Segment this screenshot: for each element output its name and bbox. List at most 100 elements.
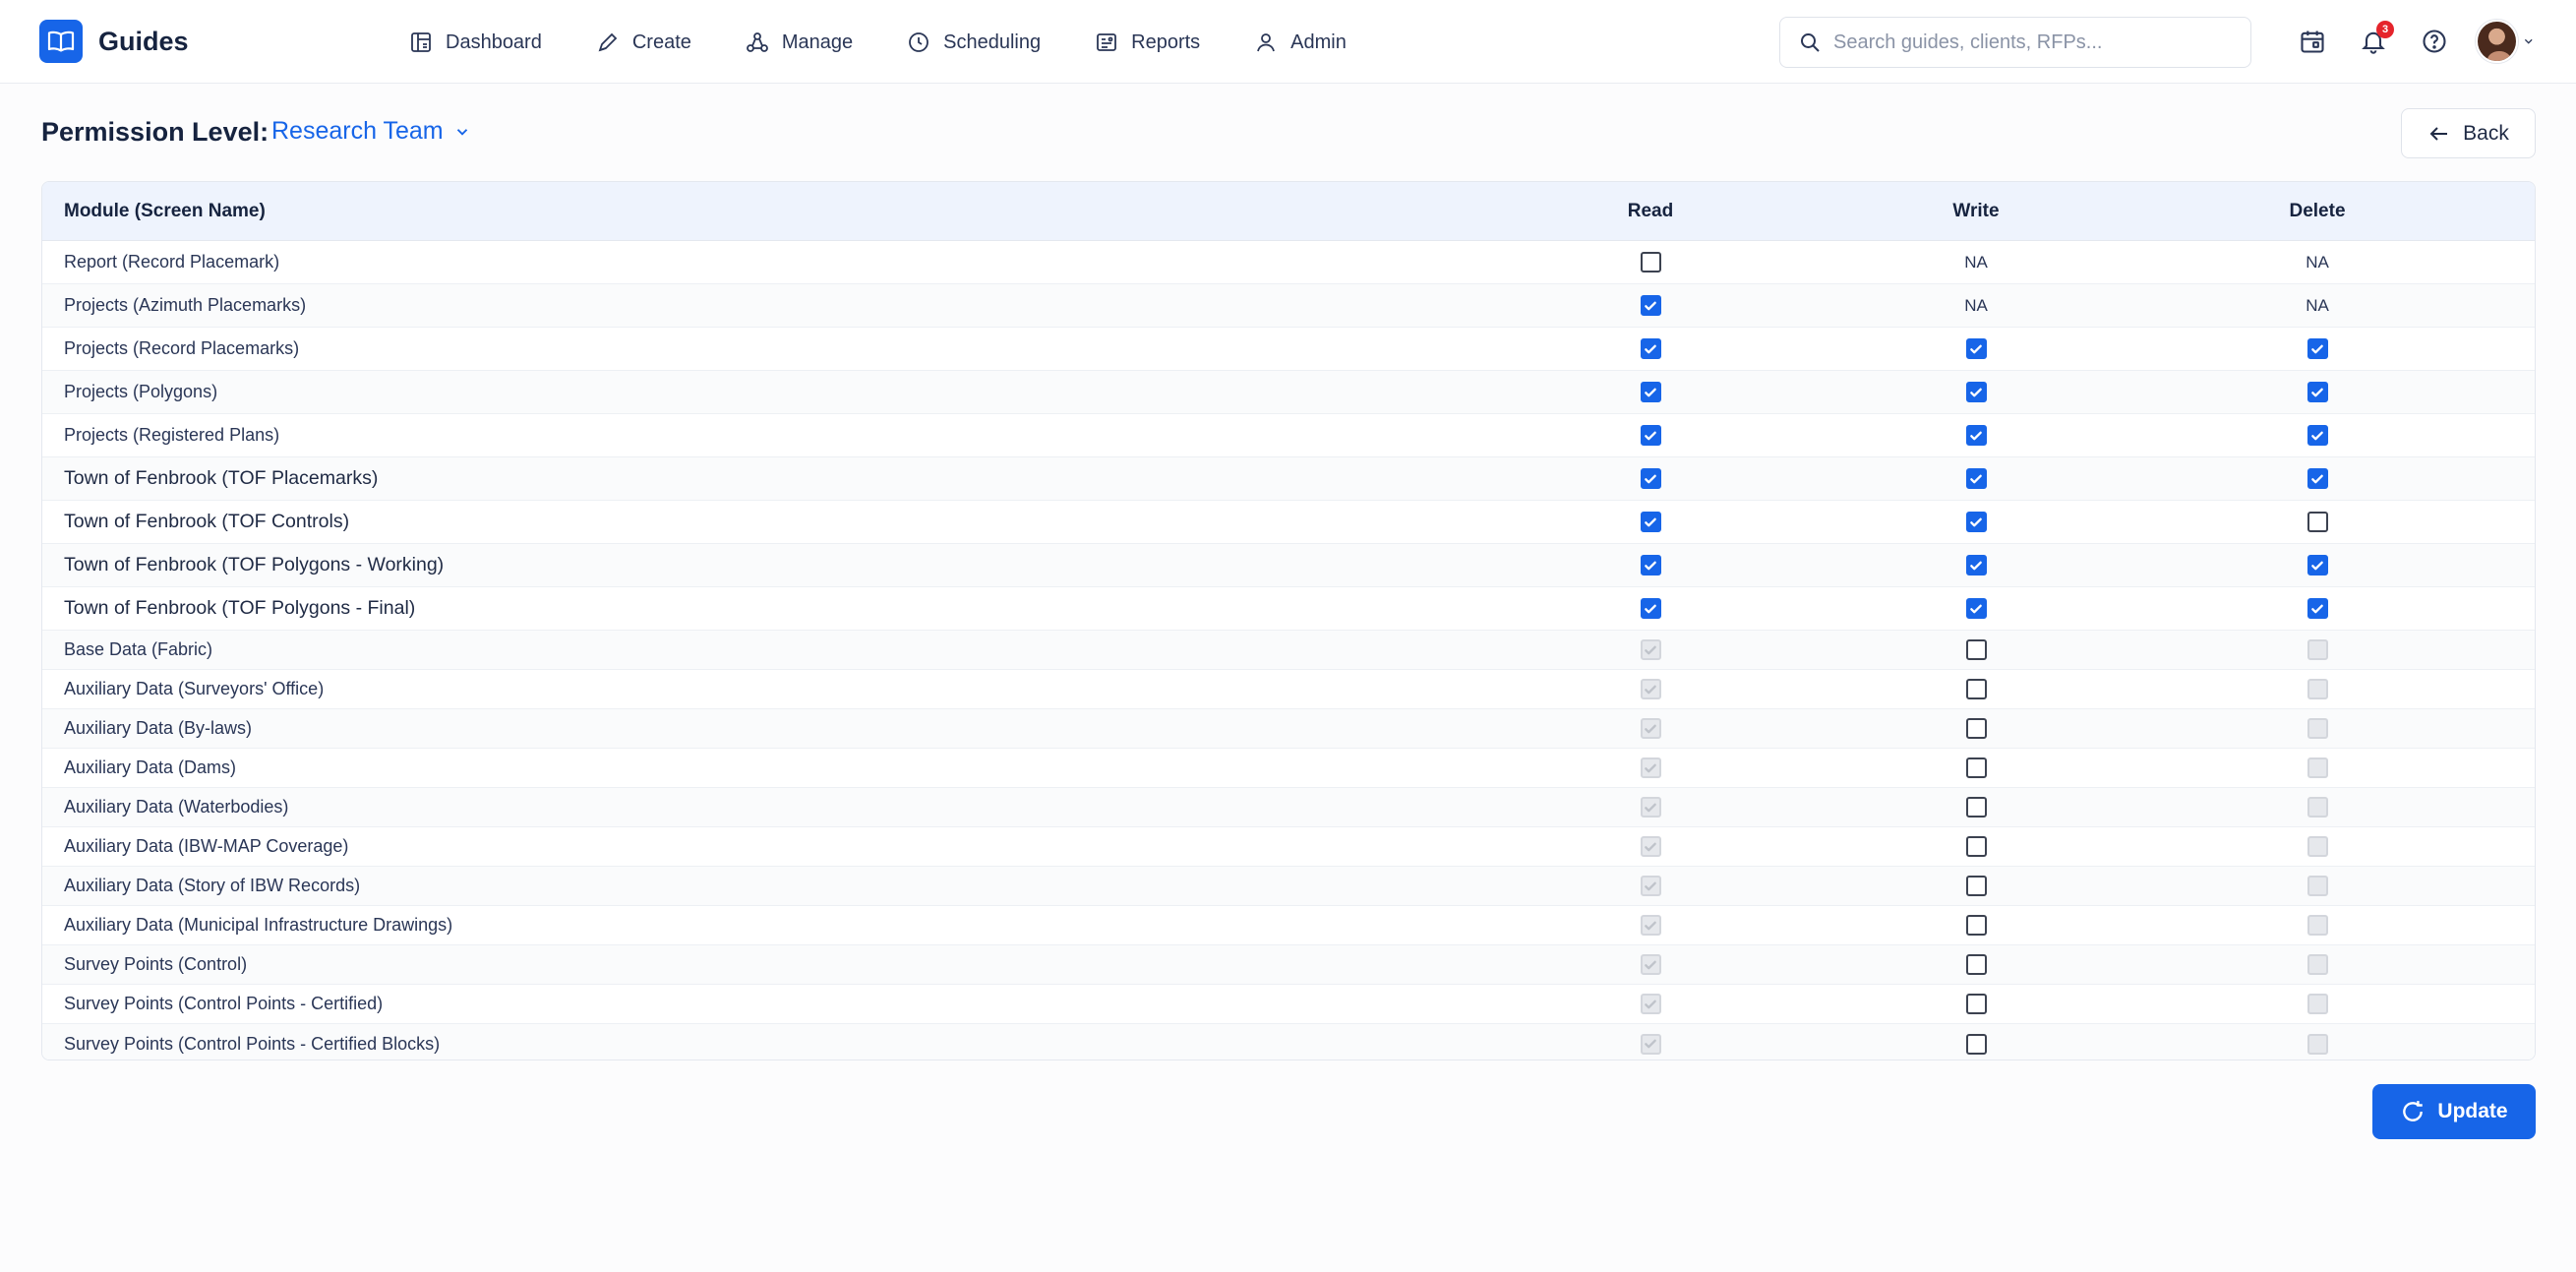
write-checkbox[interactable] (1965, 512, 1987, 532)
delete-checkbox (2306, 994, 2328, 1014)
delete-checkbox[interactable] (2306, 468, 2328, 489)
write-checkbox[interactable] (1965, 468, 1987, 489)
nav-scheduling[interactable]: Scheduling (907, 26, 1041, 59)
delete-cell (2258, 757, 2376, 778)
permission-level-value: Research Team (271, 117, 444, 145)
delete-checkbox (2306, 836, 2328, 857)
table-row: Survey Points (Control) (42, 945, 2535, 985)
read-checkbox[interactable] (1640, 425, 1661, 446)
read-checkbox[interactable] (1640, 468, 1661, 489)
read-checkbox[interactable] (1640, 598, 1661, 619)
write-checkbox[interactable] (1965, 876, 1987, 896)
delete-checkbox[interactable] (2306, 512, 2328, 532)
user-menu[interactable] (2476, 20, 2535, 63)
permissions-table: Module (Screen Name) Read Write Delete R… (41, 181, 2536, 1060)
read-cell (1591, 954, 1709, 975)
nav-label: Dashboard (446, 30, 542, 53)
write-checkbox[interactable] (1965, 598, 1987, 619)
arrow-left-icon (2429, 126, 2448, 141)
nav-admin[interactable]: Admin (1254, 26, 1347, 59)
read-checkbox[interactable] (1640, 252, 1661, 273)
nav-create[interactable]: Create (596, 26, 691, 59)
read-cell (1591, 425, 1709, 446)
write-checkbox[interactable] (1965, 382, 1987, 402)
module-name: Auxiliary Data (IBW-MAP Coverage) (64, 836, 349, 856)
nav-dashboard[interactable]: Dashboard (409, 26, 542, 59)
calendar-button[interactable] (2296, 25, 2329, 58)
delete-checkbox (2306, 915, 2328, 936)
checkmark-icon (1970, 474, 1982, 483)
delete-checkbox[interactable] (2306, 598, 2328, 619)
module-name: Auxiliary Data (Waterbodies) (64, 797, 289, 817)
update-button[interactable]: Update (2372, 1084, 2536, 1139)
search-input[interactable] (1833, 30, 2227, 54)
delete-cell (2258, 468, 2376, 489)
column-header-write: Write (1952, 200, 2000, 221)
read-checkbox[interactable] (1640, 338, 1661, 359)
write-checkbox[interactable] (1965, 994, 1987, 1014)
write-na-label: NA (1964, 295, 1988, 315)
write-checkbox[interactable] (1965, 679, 1987, 699)
delete-cell (2258, 679, 2376, 699)
app-logo-book-icon[interactable] (39, 20, 83, 63)
write-na-label: NA (1964, 252, 1988, 272)
module-name: Projects (Azimuth Placemarks) (64, 295, 307, 315)
table-row: Report (Record Placemark) NA NA (42, 241, 2535, 284)
checkmark-icon (1645, 999, 1656, 1008)
column-header-module: Module (Screen Name) (64, 200, 266, 221)
write-checkbox[interactable] (1965, 718, 1987, 739)
help-button[interactable] (2418, 25, 2451, 58)
nav-label: Scheduling (943, 30, 1042, 53)
read-checkbox (1640, 718, 1661, 739)
table-row: Projects (Azimuth Placemarks) NA NA (42, 284, 2535, 328)
read-checkbox[interactable] (1640, 512, 1661, 532)
back-button[interactable]: Back (2401, 108, 2536, 158)
write-cell: NA (1917, 253, 2035, 273)
read-cell (1591, 555, 1709, 575)
write-checkbox[interactable] (1965, 425, 1987, 446)
avatar (2476, 20, 2518, 63)
write-checkbox[interactable] (1965, 639, 1987, 660)
module-name: Auxiliary Data (Dams) (64, 757, 237, 777)
write-checkbox[interactable] (1965, 797, 1987, 818)
nav-manage[interactable]: Manage (746, 26, 853, 59)
search-icon (1801, 33, 1820, 52)
checkmark-icon (1645, 842, 1656, 851)
write-cell (1917, 915, 2035, 936)
table-header: Module (Screen Name) Read Write Delete (42, 182, 2535, 241)
read-checkbox[interactable] (1640, 555, 1661, 575)
write-checkbox[interactable] (1965, 954, 1987, 975)
read-cell (1591, 512, 1709, 532)
table-row: Projects (Registered Plans) (42, 414, 2535, 457)
delete-checkbox[interactable] (2306, 555, 2328, 575)
write-checkbox[interactable] (1965, 555, 1987, 575)
notifications-button[interactable]: 3 (2357, 21, 2394, 58)
user-icon (1257, 33, 1276, 52)
checkmark-icon (1645, 344, 1656, 353)
write-checkbox[interactable] (1965, 1033, 1987, 1055)
write-checkbox[interactable] (1965, 836, 1987, 857)
write-checkbox[interactable] (1965, 915, 1987, 936)
top-navigation-bar: Guides Dashboard Create Manage Schedulin… (0, 0, 2576, 84)
read-checkbox[interactable] (1640, 382, 1661, 402)
write-checkbox[interactable] (1965, 338, 1987, 359)
delete-cell (2258, 338, 2376, 359)
permission-level-dropdown[interactable]: Research Team (271, 117, 471, 146)
delete-cell (2258, 876, 2376, 896)
nav-label: Reports (1131, 30, 1201, 53)
column-header-read: Read (1627, 200, 1674, 221)
write-checkbox[interactable] (1965, 757, 1987, 778)
search-box[interactable] (1779, 17, 2251, 68)
read-checkbox (1640, 757, 1661, 778)
delete-checkbox[interactable] (2306, 382, 2328, 402)
chevron-down-icon (2524, 38, 2533, 44)
read-checkbox (1640, 836, 1661, 857)
read-cell (1591, 1033, 1709, 1055)
read-checkbox[interactable] (1640, 295, 1661, 316)
nav-reports[interactable]: Reports (1095, 26, 1200, 59)
dashboard-icon (411, 32, 431, 52)
delete-checkbox[interactable] (2306, 425, 2328, 446)
read-cell (1591, 382, 1709, 402)
delete-checkbox[interactable] (2306, 338, 2328, 359)
module-name: Town of Fenbrook (TOF Placemarks) (64, 467, 379, 489)
